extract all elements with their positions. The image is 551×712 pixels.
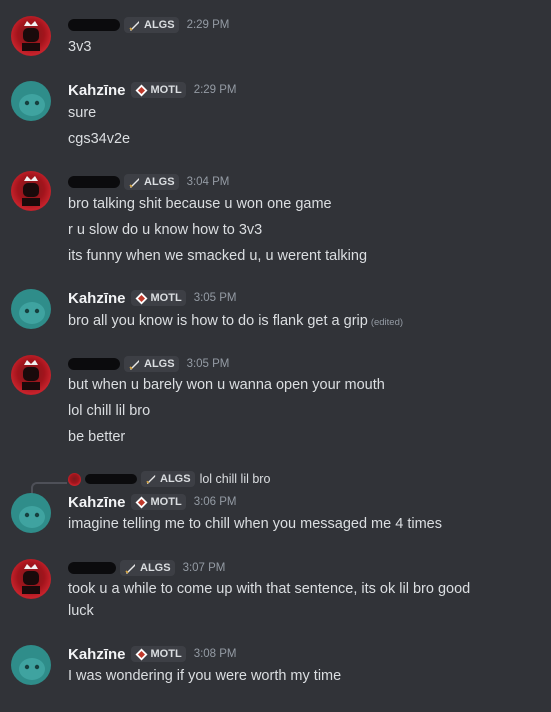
redacted-username[interactable] bbox=[68, 358, 120, 370]
clan-tag-label: ALGS bbox=[144, 358, 175, 370]
message-header: ALGS 3:04 PM bbox=[68, 172, 229, 192]
avatar[interactable] bbox=[11, 171, 51, 211]
clan-tag-label: MOTL bbox=[150, 84, 182, 96]
username[interactable]: Kahzīne bbox=[68, 290, 126, 307]
clan-tag-label: MOTL bbox=[150, 292, 182, 304]
clan-tag-label: ALGS bbox=[144, 19, 175, 31]
diamond-emblem-icon bbox=[135, 496, 148, 508]
avatar[interactable] bbox=[11, 289, 51, 329]
reply-avatar bbox=[68, 472, 81, 486]
timestamp[interactable]: 3:05 PM bbox=[187, 358, 230, 370]
message-text: cgs34v2e bbox=[68, 131, 131, 147]
avatar[interactable] bbox=[11, 559, 51, 599]
avatar[interactable] bbox=[11, 81, 51, 121]
clan-tag: ALGS bbox=[141, 471, 195, 487]
message-header: Kahzīne MOTL 3:06 PM bbox=[68, 492, 237, 512]
message-header: Kahzīne MOTL 2:29 PM bbox=[68, 80, 237, 100]
reply-text: lol chill lil bro bbox=[199, 472, 271, 486]
timestamp[interactable]: 3:04 PM bbox=[187, 176, 230, 188]
sword-icon bbox=[129, 20, 139, 31]
message-text: be better bbox=[68, 429, 126, 445]
avatar[interactable] bbox=[11, 493, 51, 533]
sword-icon bbox=[129, 177, 139, 188]
clan-tag[interactable]: ALGS bbox=[124, 17, 179, 33]
sword-icon bbox=[146, 474, 156, 485]
clan-tag[interactable]: ALGS bbox=[120, 560, 175, 576]
avatar[interactable] bbox=[11, 355, 51, 395]
timestamp[interactable]: 2:29 PM bbox=[194, 84, 237, 96]
message-text: lol chill lil bro bbox=[68, 403, 151, 419]
message-text: bro all you know is how to do is flank g… bbox=[68, 311, 403, 333]
message-text: I was wondering if you were worth my tim… bbox=[68, 668, 342, 684]
timestamp[interactable]: 3:07 PM bbox=[183, 562, 226, 574]
message-text: but when u barely won u wanna open your … bbox=[68, 377, 385, 393]
redacted-username[interactable] bbox=[68, 19, 120, 31]
message-text: sure bbox=[68, 105, 97, 121]
message-text: bro talking shit because u won one game bbox=[68, 196, 332, 212]
avatar[interactable] bbox=[11, 16, 51, 56]
redacted-username[interactable] bbox=[68, 562, 116, 574]
diamond-emblem-icon bbox=[135, 292, 148, 304]
message-text: imagine telling me to chill when you mes… bbox=[68, 516, 442, 532]
message-text: took u a while to come up with that sent… bbox=[68, 581, 471, 597]
message-header: ALGS 2:29 PM bbox=[68, 15, 229, 35]
username[interactable]: Kahzīne bbox=[68, 494, 126, 511]
clan-tag[interactable]: ALGS bbox=[124, 356, 179, 372]
message-header: Kahzīne MOTL 3:05 PM bbox=[68, 288, 237, 308]
reply-preview[interactable]: ALGS lol chill lil bro bbox=[68, 471, 270, 487]
clan-tag-label: ALGS bbox=[160, 473, 191, 485]
timestamp[interactable]: 2:29 PM bbox=[187, 19, 230, 31]
timestamp[interactable]: 3:08 PM bbox=[194, 648, 237, 660]
message-header: Kahzīne MOTL 3:08 PM bbox=[68, 644, 237, 664]
clan-tag[interactable]: ALGS bbox=[124, 174, 179, 190]
clan-tag[interactable]: MOTL bbox=[130, 290, 186, 306]
username[interactable]: Kahzīne bbox=[68, 82, 126, 99]
clan-tag-label: ALGS bbox=[144, 176, 175, 188]
diamond-emblem-icon bbox=[135, 648, 148, 660]
diamond-emblem-icon bbox=[135, 84, 148, 96]
clan-tag[interactable]: MOTL bbox=[130, 494, 186, 510]
sword-icon bbox=[125, 563, 135, 574]
redacted-username[interactable] bbox=[68, 176, 120, 188]
clan-tag-label: MOTL bbox=[150, 648, 182, 660]
avatar[interactable] bbox=[11, 645, 51, 685]
message-header: ALGS 3:05 PM bbox=[68, 354, 229, 374]
clan-tag-label: MOTL bbox=[150, 496, 182, 508]
redacted-username bbox=[85, 474, 137, 484]
reply-connector bbox=[31, 482, 67, 494]
username[interactable]: Kahzīne bbox=[68, 646, 126, 663]
edited-label: (edited) bbox=[370, 317, 404, 328]
clan-tag-label: ALGS bbox=[140, 562, 171, 574]
message-text: r u slow do u know how to 3v3 bbox=[68, 222, 263, 238]
message-header: ALGS 3:07 PM bbox=[68, 558, 225, 578]
message-text: its funny when we smacked u, u werent ta… bbox=[68, 248, 368, 264]
clan-tag[interactable]: MOTL bbox=[130, 646, 186, 662]
timestamp[interactable]: 3:05 PM bbox=[194, 292, 237, 304]
sword-icon bbox=[129, 359, 139, 370]
message-text: 3v3 bbox=[68, 39, 92, 55]
clan-tag[interactable]: MOTL bbox=[130, 82, 186, 98]
message-text: luck bbox=[68, 603, 94, 619]
timestamp[interactable]: 3:06 PM bbox=[194, 496, 237, 508]
message-text-content: bro all you know is how to do is flank g… bbox=[68, 313, 368, 329]
